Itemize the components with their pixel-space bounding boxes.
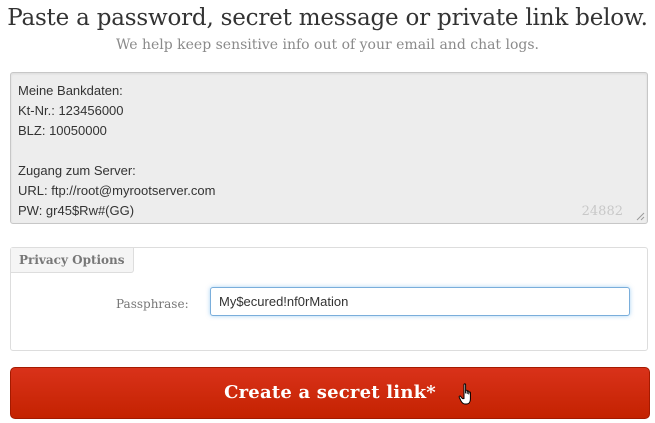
resize-grip-icon[interactable]: [636, 212, 645, 221]
privacy-options-legend: Privacy Options: [11, 248, 134, 273]
char-count: 24882: [581, 204, 623, 219]
hand-pointer-icon: [458, 383, 471, 405]
secret-text-content: Meine Bankdaten: Kt-Nr.: 123456000 BLZ: …: [18, 83, 216, 218]
passphrase-label: Passphrase:: [116, 297, 189, 311]
passphrase-input[interactable]: [210, 287, 630, 316]
privacy-options-panel: Privacy Options Passphrase:: [10, 247, 648, 351]
secret-textarea[interactable]: Meine Bankdaten: Kt-Nr.: 123456000 BLZ: …: [10, 72, 648, 224]
page-title: Paste a password, secret message or priv…: [7, 5, 648, 31]
create-secret-link-button[interactable]: Create a secret link*: [10, 367, 650, 419]
page-subtitle: We help keep sensitive info out of your …: [115, 37, 540, 53]
